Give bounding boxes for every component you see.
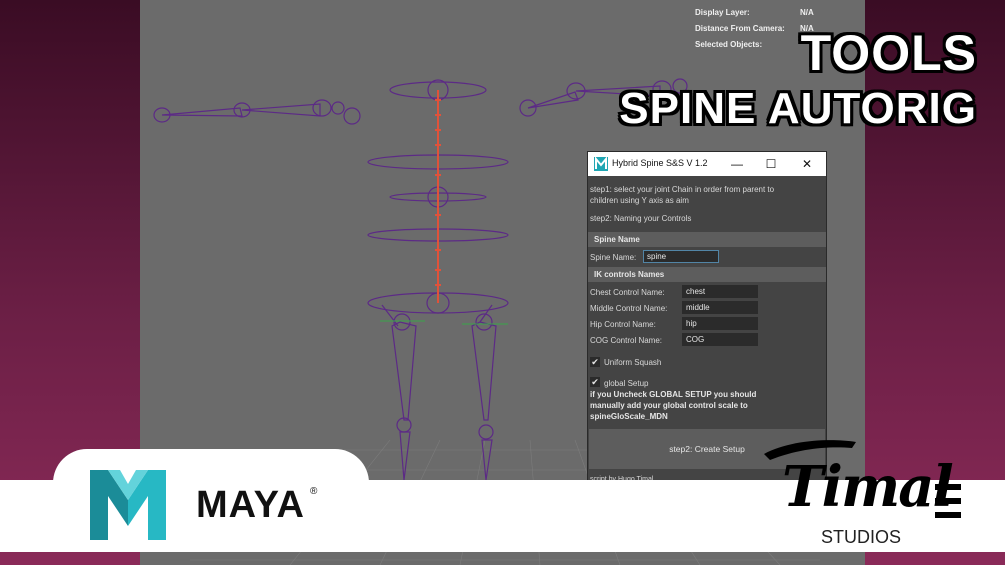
global-setup-note-line2: manually add your global control scale t… — [590, 401, 748, 410]
chest-control-input[interactable]: chest — [682, 285, 758, 298]
hud-selected-label: Selected Objects: — [695, 40, 763, 49]
studios-wordmark: STUDIOS — [821, 527, 902, 547]
hip-control-input[interactable]: hip — [682, 317, 758, 330]
ik-controls-section[interactable]: IK controls Names — [588, 267, 826, 282]
left-arm-joints — [153, 99, 361, 125]
global-setup-checkbox[interactable]: ✔ — [590, 377, 600, 387]
spine-name-section-label: Spine Name — [594, 235, 640, 244]
maya-logo-icon — [90, 470, 166, 540]
maximize-button[interactable]: ☐ — [760, 155, 782, 173]
timal-logo-stripes — [935, 484, 1005, 546]
cog-control-label: COG Control Name: — [590, 336, 663, 345]
cog-control-input[interactable]: COG — [682, 333, 758, 346]
middle-control-label: Middle Control Name: — [590, 304, 668, 313]
close-button[interactable]: ✕ — [796, 155, 818, 173]
spine-red-chain — [435, 90, 441, 303]
step1-text-line1: step1: select your joint Chain in order … — [590, 185, 775, 194]
step1-text-line2: children using Y axis as aim — [590, 196, 689, 205]
spine-name-label: Spine Name: — [590, 253, 637, 262]
hud-display-layer-label: Display Layer: — [695, 8, 750, 17]
maya-wordmark: MAYA — [196, 484, 305, 526]
ik-controls-section-label: IK controls Names — [594, 270, 665, 279]
dialog-titlebar[interactable]: Hybrid Spine S&S V 1.2 — ☐ ✕ — [588, 152, 826, 176]
global-setup-note-line1: if you Uncheck GLOBAL SETUP you should — [590, 390, 757, 399]
leg-joints — [381, 304, 497, 481]
overlay-title-tools: TOOLS — [800, 25, 977, 81]
hud-display-layer-value: N/A — [800, 8, 814, 17]
global-setup-note-line3: spineGloScale_MDN — [590, 412, 668, 421]
maya-app-icon — [594, 157, 608, 171]
maya-registered-mark: ® — [310, 486, 318, 497]
timal-wordmark: Timal — [782, 454, 954, 520]
dialog-title: Hybrid Spine S&S V 1.2 — [612, 158, 708, 168]
chest-control-label: Chest Control Name: — [590, 288, 665, 297]
spine-name-section[interactable]: Spine Name — [588, 232, 826, 247]
uniform-squash-label: Uniform Squash — [604, 358, 662, 367]
step2-naming-text: step2: Naming your Controls — [590, 214, 692, 223]
global-setup-label: global Setup — [604, 379, 649, 388]
minimize-button[interactable]: — — [726, 155, 748, 173]
hud-distance-label: Distance From Camera: — [695, 24, 785, 33]
uniform-squash-checkbox[interactable]: ✔ — [590, 357, 600, 367]
hip-control-label: Hip Control Name: — [590, 320, 656, 329]
overlay-title-spine-autorig: SPINE AUTORIG — [619, 84, 977, 133]
middle-control-input[interactable]: middle — [682, 301, 758, 314]
spine-name-input[interactable]: spine — [643, 250, 719, 263]
